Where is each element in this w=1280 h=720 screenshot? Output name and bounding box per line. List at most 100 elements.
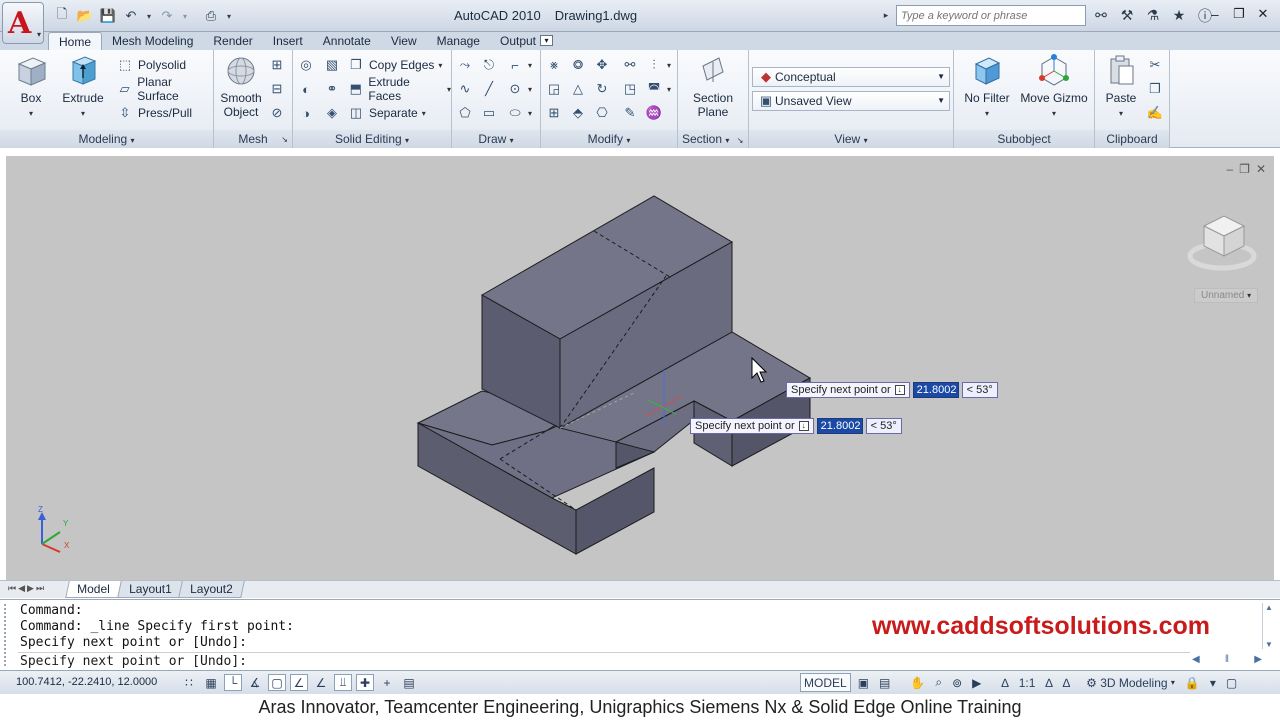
3d-move-button[interactable]: ✥ [593, 54, 611, 76]
view-panel-title[interactable]: View ▾ [749, 130, 953, 148]
trim-button[interactable]: ⬘ [569, 102, 587, 124]
offset-button[interactable]: ⎔ [593, 102, 611, 124]
undo-dropdown-icon[interactable]: ▾ [144, 7, 154, 25]
tab-home[interactable]: Home [48, 32, 103, 50]
qat-customize-icon[interactable]: ▾ [224, 7, 234, 25]
clean-screen-icon[interactable]: ▢ [1223, 673, 1240, 692]
restore-icon[interactable]: ❐ [1228, 4, 1250, 24]
close-icon[interactable]: ✕ [1252, 4, 1274, 24]
cursor-coordinates[interactable]: 100.7412, -22.2410, 12.0000 [16, 676, 157, 688]
line-button[interactable]: ╱ [480, 78, 498, 100]
annotation-scale-value[interactable]: 1:1 [1016, 673, 1039, 692]
rectangle-button[interactable]: ▭ [480, 102, 498, 124]
viewport-minimize-icon[interactable]: – [1226, 162, 1233, 176]
scroll-right-icon[interactable]: ▶ [1254, 654, 1262, 668]
model-space-button[interactable]: MODEL [800, 673, 851, 692]
ribbon-minimize-icon[interactable]: ▾ [540, 35, 553, 46]
infocenter-toggle-icon[interactable]: ▸ [880, 6, 892, 26]
draw-panel-title[interactable]: Draw ▾ [452, 130, 540, 148]
layout-tab-layout2[interactable]: Layout2 [178, 581, 245, 598]
spline-button[interactable]: ∿ [456, 78, 474, 100]
new-file-icon[interactable]: 🗋 [52, 6, 72, 25]
interfere-button[interactable]: ⚭ [323, 78, 341, 100]
mesh-panel-title[interactable]: Mesh ↘ [214, 130, 292, 148]
fillet-edge-button[interactable]: ◚ ▾ [645, 78, 671, 100]
redo-dropdown-icon[interactable]: ▾ [180, 7, 190, 25]
stretch-button[interactable]: ◳ [621, 78, 639, 100]
mesh-smooth-less-button[interactable]: ⊟ [268, 78, 286, 100]
annotation-visibility-icon[interactable]: ∆ [1042, 673, 1055, 692]
ucs-menu[interactable]: Unnamed ▾ [1194, 288, 1259, 303]
thicken-button[interactable]: ◈ [323, 102, 341, 124]
circle-button[interactable]: ⊙ ▾ [506, 78, 532, 100]
tab-output[interactable]: Output [490, 32, 546, 50]
workspace-switching-button[interactable]: ⚙ 3D Modeling ▾ [1083, 673, 1178, 692]
dynamic-input-icon[interactable]: ✚ [356, 674, 374, 691]
status-bar-menu-icon[interactable]: ▾ [1207, 673, 1219, 692]
object-snap-tracking-icon[interactable]: ∠ [312, 674, 330, 691]
visual-style-select[interactable]: ◆ Conceptual ▼ [752, 67, 950, 87]
command-horizontal-scrollbar[interactable]: ◀ ‖ ▶ [1192, 654, 1262, 668]
quick-view-drawings-icon[interactable]: ▤ [876, 673, 893, 692]
tab-annotate[interactable]: Annotate [313, 32, 381, 50]
3d-object-snap-icon[interactable]: ∠ [290, 674, 308, 691]
dynamic-input-length-field[interactable]: 21.8002 [912, 382, 959, 398]
toolbar-lock-icon[interactable]: 🔒 [1182, 673, 1203, 692]
extrude-button[interactable]: Extrude ▾ [60, 54, 106, 119]
section-plane-button[interactable]: Section Plane [690, 54, 736, 119]
planar-surface-button[interactable]: ▱ Planar Surface [116, 75, 213, 103]
prev-layout-icon[interactable]: ◀ [18, 583, 25, 594]
copy-edges-button[interactable]: ❐ Copy Edges ▾ [347, 54, 442, 76]
quick-properties-icon[interactable]: ▤ [400, 674, 418, 691]
viewport-restore-icon[interactable]: ❐ [1239, 162, 1250, 176]
union-button[interactable]: ◎ [297, 54, 315, 76]
polygon-button[interactable]: ⬠ [456, 102, 474, 124]
copy-button[interactable]: ♒ [645, 102, 663, 124]
redo-icon[interactable]: ↷ [157, 7, 177, 25]
dynamic-input-prompt[interactable]: Specify next point or ↓ [690, 418, 814, 434]
command-line-grip[interactable] [4, 604, 12, 666]
drawing-viewport[interactable]: Z Y X – ❐ ✕ Unnamed ▾ Specify next point… [6, 156, 1274, 580]
match-properties-button[interactable]: ✍ [1146, 102, 1164, 124]
ortho-mode-icon[interactable]: └ [224, 674, 242, 691]
tab-manage[interactable]: Manage [427, 32, 490, 50]
quick-view-layouts-icon[interactable]: ▣ [855, 673, 872, 692]
press-pull-button[interactable]: ⇳ Press/Pull [116, 102, 192, 124]
zoom-icon[interactable]: ⌕ [932, 673, 945, 692]
section-panel-title[interactable]: Section ▾ ↘ [678, 130, 748, 148]
subtract-button[interactable]: ◐ [297, 78, 315, 100]
save-icon[interactable]: 💾 [98, 7, 118, 25]
application-menu-button[interactable]: A ▾ [2, 2, 44, 44]
scroll-thumb-icon[interactable]: ‖ [1225, 654, 1229, 668]
smooth-object-button[interactable]: Smooth Object [220, 54, 262, 119]
annotation-scale-icon[interactable]: ∆ [998, 673, 1011, 692]
grid-display-icon[interactable]: ▦ [202, 674, 220, 691]
plot-icon[interactable]: ⎙ [201, 7, 221, 25]
scroll-left-icon[interactable]: ◀ [1192, 654, 1200, 668]
3d-mirror-button[interactable]: ⨳ [545, 54, 563, 76]
minimize-icon[interactable]: – [1204, 4, 1226, 24]
mesh-smooth-more-button[interactable]: ⊞ [268, 54, 286, 76]
pan-icon[interactable]: ✋ [907, 673, 928, 692]
3d-polyline-button[interactable]: ⎋ [480, 54, 498, 76]
communication-center-icon[interactable]: ⚒ [1116, 6, 1138, 26]
modeling-panel-title[interactable]: Modeling ▾ [0, 130, 213, 148]
explode-button[interactable]: ⫶ ▾ [645, 54, 671, 76]
binoculars-icon[interactable]: ⚯ [1090, 6, 1112, 26]
polyline-button[interactable]: ⤳ [456, 54, 474, 76]
extrude-faces-button[interactable]: ⬒ Extrude Faces ▾ [347, 75, 451, 103]
showmotion-icon[interactable]: ▶ [969, 673, 984, 692]
layout-tab-layout1[interactable]: Layout1 [116, 581, 184, 598]
scroll-down-icon[interactable]: ▼ [1265, 640, 1273, 649]
3d-array-button[interactable]: ⊞ [545, 102, 563, 124]
mesh-refine-button[interactable]: ⊘ [268, 102, 286, 124]
ellipse-button[interactable]: ⬭ ▾ [506, 102, 532, 124]
paste-button[interactable]: Paste ▾ [1099, 54, 1143, 119]
layout-tab-model[interactable]: Model [65, 581, 122, 598]
dynamic-ucs-icon[interactable]: ⫫ [334, 674, 352, 691]
command-history-scrollbar[interactable]: ▲ ▼ [1262, 603, 1276, 649]
steering-wheel-icon[interactable]: ⊚ [949, 673, 965, 692]
first-layout-icon[interactable]: ⏮ [8, 583, 16, 594]
dynamic-input-angle-field[interactable]: < 53° [865, 418, 902, 434]
3d-scale-button[interactable]: △ [569, 78, 587, 100]
